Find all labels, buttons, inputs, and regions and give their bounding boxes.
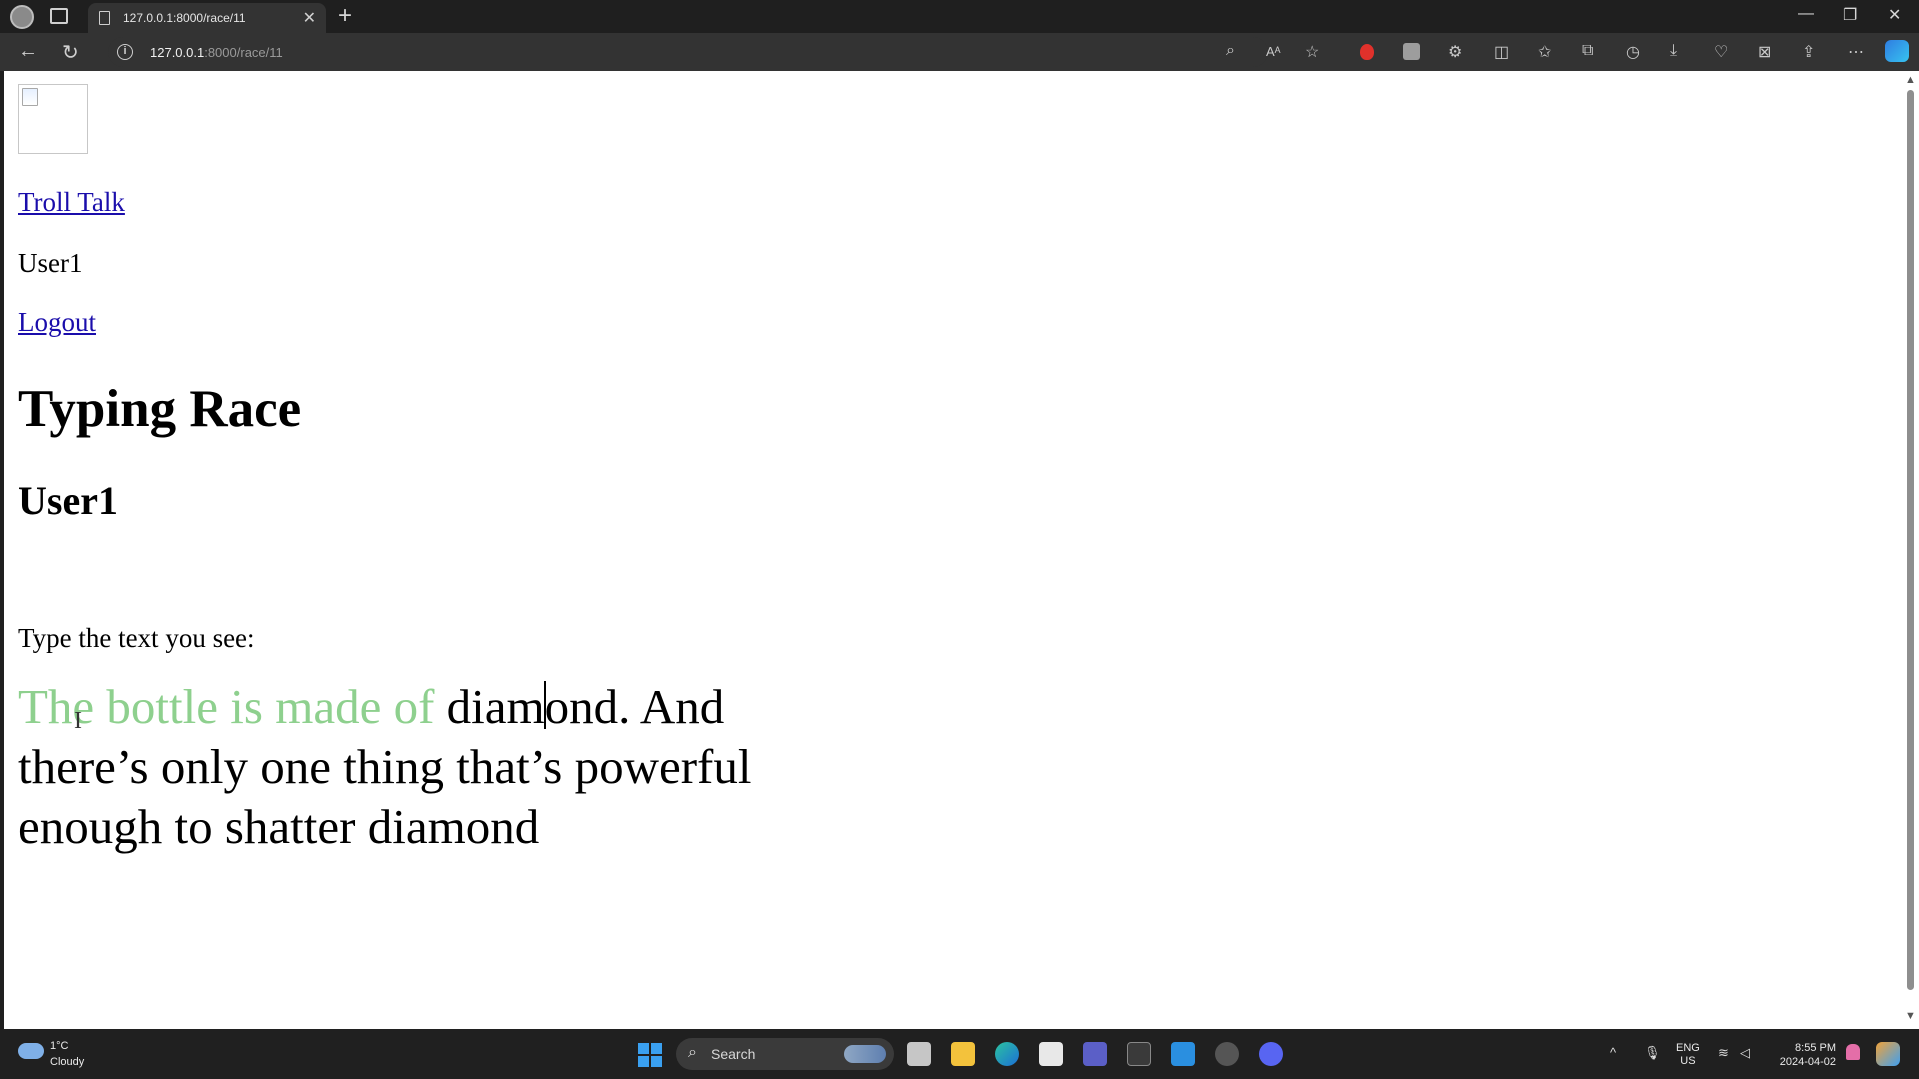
- profile-avatar[interactable]: [10, 5, 34, 29]
- microphone-icon[interactable]: 🎙: [1644, 1045, 1661, 1061]
- browser-tab[interactable]: 127.0.0.1:8000/race/11 ✕: [88, 3, 326, 33]
- copilot-icon[interactable]: [1885, 40, 1909, 62]
- taskbar: 1°C Cloudy ⌕ Search ^ 🎙 ENG US ≋ ◁ 8:55 …: [0, 1029, 1919, 1079]
- tab-actions-icon[interactable]: [50, 8, 68, 24]
- discord-icon[interactable]: [1259, 1042, 1283, 1066]
- terminal-icon[interactable]: [1127, 1042, 1151, 1066]
- volume-icon[interactable]: ◁: [1740, 1045, 1750, 1061]
- split-screen-icon[interactable]: ◫: [1494, 42, 1509, 62]
- store-icon[interactable]: [1039, 1042, 1063, 1066]
- language-indicator[interactable]: ENG US: [1676, 1042, 1700, 1068]
- scroll-up-icon[interactable]: ▲: [1905, 74, 1916, 86]
- read-aloud-icon[interactable]: Aᴬ: [1266, 44, 1281, 59]
- username-label: User1: [18, 248, 83, 278]
- teams-icon[interactable]: [1083, 1042, 1107, 1066]
- system-clock[interactable]: 8:55 PM 2024-04-02: [1776, 1041, 1836, 1069]
- extension-gray-icon[interactable]: [1403, 43, 1420, 60]
- screenshot-icon[interactable]: ⊠: [1758, 42, 1771, 62]
- site-info-icon[interactable]: i: [117, 44, 133, 60]
- back-icon[interactable]: ←: [18, 40, 38, 63]
- home-link[interactable]: Troll Talk: [18, 187, 125, 218]
- logout-link[interactable]: Logout: [18, 307, 96, 338]
- search-label: Search: [711, 1046, 756, 1062]
- more-menu-icon[interactable]: ⋯: [1848, 42, 1864, 62]
- url-text[interactable]: 127.0.0.1:8000/race/11: [150, 45, 283, 60]
- taskbar-search[interactable]: ⌕ Search: [676, 1038, 894, 1070]
- weather-temperature[interactable]: 1°C: [50, 1040, 68, 1052]
- performance-icon[interactable]: ♡: [1714, 42, 1728, 62]
- wifi-icon[interactable]: ≋: [1718, 1045, 1729, 1061]
- logo-image: [18, 84, 88, 154]
- weather-condition[interactable]: Cloudy: [50, 1056, 84, 1068]
- instruction-text: Type the text you see:: [18, 623, 255, 653]
- tab-title: 127.0.0.1:8000/race/11: [123, 11, 246, 25]
- address-toolbar: ← ↻ i 127.0.0.1:8000/race/11 ⌕ Aᴬ ☆ ⚙ ◫ …: [0, 33, 1919, 71]
- extensions-icon[interactable]: ⚙: [1448, 42, 1462, 62]
- typed-text: The bottle is made of: [18, 679, 447, 734]
- page-icon: [99, 11, 110, 25]
- favorites-icon[interactable]: ✩: [1538, 42, 1551, 62]
- history-icon[interactable]: ◷: [1626, 42, 1640, 62]
- task-view-icon[interactable]: [907, 1042, 931, 1066]
- collections-icon[interactable]: ⧉: [1582, 42, 1593, 60]
- refresh-icon[interactable]: ↻: [62, 40, 79, 65]
- extension-red-icon[interactable]: [1360, 44, 1374, 60]
- zoom-icon[interactable]: ⌕: [1226, 42, 1235, 60]
- show-hidden-icons-icon[interactable]: ^: [1610, 1045, 1616, 1060]
- player-name: User1: [18, 478, 118, 523]
- tab-bar: 127.0.0.1:8000/race/11 ✕ + — ❐ ✕: [0, 0, 1919, 33]
- windows-start-icon[interactable]: [638, 1043, 662, 1067]
- minimize-icon[interactable]: —: [1798, 5, 1814, 23]
- scroll-down-icon[interactable]: ▼: [1905, 1010, 1916, 1022]
- github-desktop-icon[interactable]: [1215, 1042, 1239, 1066]
- scrollbar-thumb[interactable]: [1907, 90, 1914, 990]
- cloud-icon[interactable]: [18, 1043, 44, 1059]
- notification-bell-icon[interactable]: [1846, 1044, 1860, 1060]
- url-bar[interactable]: i 127.0.0.1:8000/race/11: [108, 37, 1268, 67]
- race-text[interactable]: The bottle is made of diamond. And there…: [18, 677, 838, 857]
- close-window-icon[interactable]: ✕: [1888, 5, 1901, 25]
- copilot-taskbar-icon[interactable]: [1876, 1042, 1900, 1066]
- search-highlight-icon: [844, 1045, 886, 1063]
- page-title: Typing Race: [18, 380, 302, 438]
- edge-icon[interactable]: [995, 1042, 1019, 1066]
- text-cursor-icon: I: [74, 708, 82, 734]
- share-icon[interactable]: ⇪: [1802, 42, 1815, 62]
- page-viewport: Troll Talk User1 Logout Typing Race User…: [4, 71, 1903, 1029]
- downloads-icon[interactable]: ⤓: [1670, 42, 1677, 60]
- close-tab-icon[interactable]: ✕: [303, 8, 316, 28]
- search-icon: ⌕: [688, 1044, 697, 1061]
- new-tab-icon[interactable]: +: [338, 2, 352, 30]
- file-explorer-icon[interactable]: [951, 1042, 975, 1066]
- remaining-text-before-caret: diam: [446, 679, 545, 734]
- restore-icon[interactable]: ❐: [1843, 5, 1857, 25]
- favorite-star-icon[interactable]: ☆: [1305, 42, 1319, 62]
- vscode-icon[interactable]: [1171, 1042, 1195, 1066]
